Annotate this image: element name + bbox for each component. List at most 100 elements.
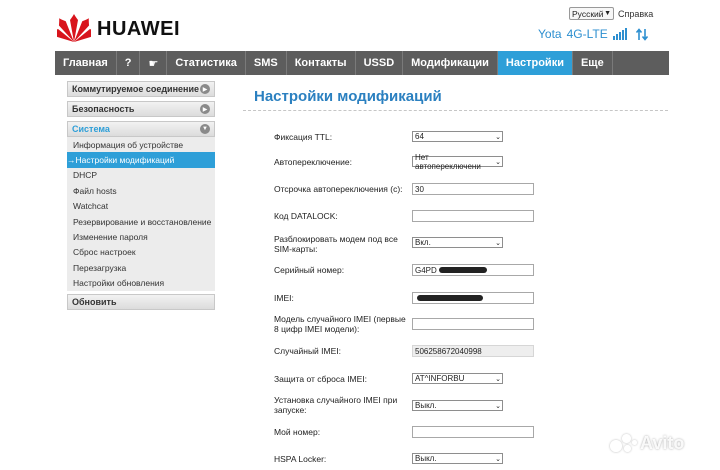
chevron-down-icon: ⌄ — [495, 133, 501, 141]
sidebar-system[interactable]: Система ▼ — [67, 121, 215, 137]
chevron-down-icon: ⌄ — [495, 455, 501, 463]
delay-value: 30 — [415, 184, 424, 194]
signal-strength-icon — [612, 28, 628, 40]
huawei-logo: HUAWEI — [57, 14, 180, 44]
up-down-arrows-icon — [635, 27, 648, 41]
operator-name: Yota — [538, 27, 562, 41]
reset-protect-value: AT^INFORBU — [415, 374, 465, 383]
sidebar: Коммутируемое соединение ▶ Безопасность … — [67, 81, 215, 314]
random-imei-value: 506258672040998 — [415, 346, 482, 356]
help-link[interactable]: Справка — [618, 9, 653, 19]
nav-sms-label: SMS — [253, 57, 278, 69]
nav-help[interactable]: ? — [117, 51, 141, 75]
serial-label: Серийный номер: — [274, 265, 345, 275]
huawei-petals-icon — [57, 14, 91, 42]
nav-settings-label: Настройки — [505, 57, 564, 69]
language-area: Русский ▼ Справка — [569, 7, 653, 20]
sidebar-subitem[interactable]: Перезагрузка — [67, 260, 215, 275]
title-divider — [243, 110, 668, 111]
nav-contacts[interactable]: Контакты — [287, 51, 356, 75]
chevron-down-icon: ⌄ — [495, 239, 501, 247]
nav-statistics-label: Статистика — [175, 57, 237, 69]
sidebar-subitem[interactable]: Сброс настроек — [67, 245, 215, 260]
unlock-label: Разблокировать модем под все SIM-карты: — [274, 234, 398, 254]
network-type: 4G-LTE — [566, 27, 608, 41]
ttl-label: Фиксация TTL: — [274, 132, 333, 142]
my-number-label: Мой номер: — [274, 427, 321, 437]
sidebar-subitem[interactable]: Изменение пароля — [67, 229, 215, 244]
chevron-down-icon: ⌄ — [495, 375, 501, 383]
sidebar-subitem[interactable]: Настройки обновления — [67, 276, 215, 291]
hspa-value: Выкл. — [415, 454, 437, 463]
imei-input[interactable] — [412, 292, 534, 304]
delay-input[interactable]: 30 — [412, 183, 534, 195]
datalock-input[interactable] — [412, 210, 534, 222]
nav-more[interactable]: Еще — [573, 51, 613, 75]
sidebar-dialup-label: Коммутируемое соединение — [72, 84, 199, 94]
sidebar-subitem[interactable]: DHCP — [67, 168, 215, 183]
hspa-label: HSPA Locker: — [274, 454, 327, 464]
connection-status: Yota 4G-LTE — [538, 27, 648, 41]
install-random-label: Установка случайного IMEI при запуске: — [274, 395, 398, 415]
nav-wizard-label: ☛ — [148, 57, 159, 70]
nav-home[interactable]: Главная — [55, 51, 117, 75]
ttl-value: 64 — [415, 132, 424, 141]
nav-modifications[interactable]: Модификации — [403, 51, 498, 75]
nav-help-label: ? — [124, 57, 132, 69]
nav-sms[interactable]: SMS — [246, 51, 287, 75]
redaction-scribble — [417, 295, 483, 301]
sidebar-dialup[interactable]: Коммутируемое соединение ▶ — [67, 81, 215, 97]
language-value: Русский — [572, 8, 604, 19]
delay-label: Отсрочка автопереключения (с): — [274, 184, 403, 194]
nav-settings[interactable]: Настройки — [497, 51, 573, 75]
nav-wizard[interactable]: ☛ — [140, 51, 168, 75]
page-title: Настройки модификаций — [254, 88, 442, 105]
sidebar-update[interactable]: Обновить — [67, 293, 215, 310]
main-navigation: Главная? ☛ Статистика SMS Контакты USSD Модифи… — [55, 51, 669, 75]
chevron-down-icon: ⌄ — [495, 158, 501, 166]
expand-arrow-icon: ▶ — [200, 84, 210, 94]
language-select[interactable]: Русский ▼ — [569, 7, 614, 20]
serial-value: G4PD — [415, 265, 437, 275]
nav-ussd[interactable]: USSD — [356, 51, 404, 75]
install-random-select[interactable]: Выкл. ⌄ — [412, 400, 503, 411]
expand-arrow-icon: ▶ — [200, 104, 210, 114]
sidebar-subitem[interactable]: Резервирование и восстановление — [67, 214, 215, 229]
avito-text: Avito — [640, 432, 685, 453]
unlock-value: Вкл. — [415, 238, 431, 247]
nav-ussd-label: USSD — [363, 57, 395, 69]
collapse-arrow-icon: ▼ — [200, 124, 210, 134]
unlock-select[interactable]: Вкл. ⌄ — [412, 237, 503, 248]
nav-home-label: Главная — [63, 57, 108, 69]
hspa-select[interactable]: Выкл. ⌄ — [412, 453, 503, 464]
nav-contacts-label: Контакты — [294, 57, 347, 69]
avito-watermark: Avito — [610, 432, 684, 454]
nav-statistics[interactable]: Статистика — [167, 51, 246, 75]
autoswitch-value: Нет автопереключени — [415, 152, 481, 171]
autoswitch-select[interactable]: Нет автопереключени ⌄ — [412, 153, 503, 171]
chevron-down-icon: ⌄ — [495, 402, 501, 410]
avito-dots-icon — [610, 432, 638, 454]
autoswitch-label: Автопереключение: — [274, 157, 352, 167]
redaction-scribble — [438, 267, 487, 273]
random-model-input[interactable] — [412, 318, 534, 330]
imei-label: IMEI: — [274, 293, 294, 303]
reset-protect-label: Защита от сброса IMEI: — [274, 374, 368, 384]
serial-input[interactable]: G4PD — [412, 264, 534, 276]
sidebar-subitem[interactable]: Watchcat — [67, 199, 215, 214]
sidebar-subitem[interactable]: Файл hosts — [67, 183, 215, 198]
ttl-select[interactable]: 64 ⌄ — [412, 131, 503, 142]
random-model-label: Модель случайного IMEI (первые 8 цифр IM… — [274, 314, 406, 334]
nav-more-label: Еще — [580, 57, 604, 69]
sidebar-subitem[interactable]: Информация об устройстве — [67, 137, 215, 152]
brand-name: HUAWEI — [97, 17, 180, 40]
sidebar-security[interactable]: Безопасность ▶ — [67, 101, 215, 117]
install-random-value: Выкл. — [415, 401, 437, 410]
chevron-down-icon: ▼ — [604, 10, 611, 17]
sidebar-subitem[interactable]: →Настройки модификаций — [67, 152, 215, 168]
reset-protect-select[interactable]: AT^INFORBU ⌄ — [412, 373, 503, 384]
datalock-label: Код DATALOCK: — [274, 211, 338, 221]
random-imei-label: Случайный IMEI: — [274, 346, 341, 356]
sidebar-security-label: Безопасность — [72, 104, 135, 114]
my-number-input[interactable] — [412, 426, 534, 438]
